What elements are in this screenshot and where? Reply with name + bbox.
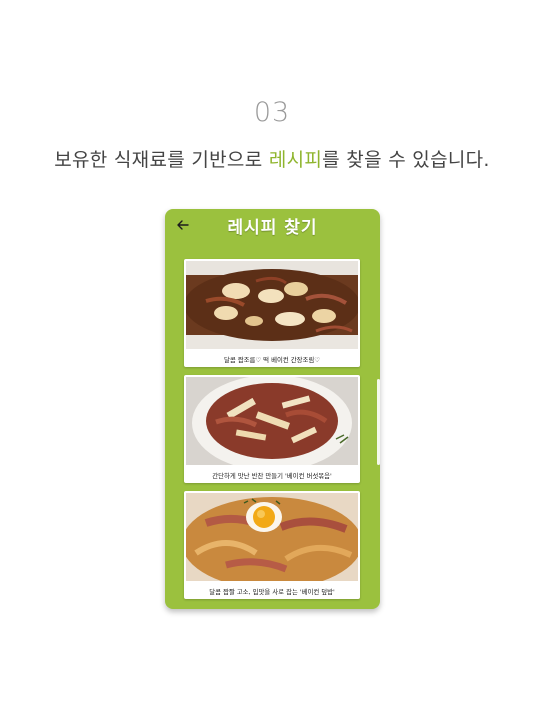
recipe-caption: 달콤 짭조름♡ 떡 베이컨 간장조림♡ <box>223 356 320 364</box>
recipe-card[interactable]: 간단하게 맛난 반찬 만들기 '베이컨 버섯볶음' <box>184 375 360 483</box>
recipe-photo <box>186 377 358 465</box>
recipe-caption: 간단하게 맛난 반찬 만들기 '베이컨 버섯볶음' <box>212 472 332 480</box>
recipe-card[interactable]: 달콤 짭짤 고소, 입맛을 사로 잡는 '베이컨 덮밥' <box>184 491 360 599</box>
recipe-photo <box>186 261 358 349</box>
phone-mockup: 레시피 찾기 달콤 짭조름♡ 떡 베이컨 간장조림♡ 간단하게 맛난 반찬 만들… <box>165 209 380 609</box>
app-header: 레시피 찾기 <box>165 209 380 245</box>
step-number: 03 <box>253 97 291 128</box>
recipe-card[interactable]: 달콤 짭조름♡ 떡 베이컨 간장조림♡ <box>184 259 360 367</box>
headline: 보유한 식재료를 기반으로 레시피를 찾을 수 있습니다. <box>0 145 544 172</box>
headline-text: 보유한 식재료를 기반으로 <box>54 149 269 171</box>
app-title: 레시피 찾기 <box>227 218 318 238</box>
recipe-photo <box>186 493 358 581</box>
scrollbar[interactable] <box>377 379 380 465</box>
recipe-caption: 달콤 짭짤 고소, 입맛을 사로 잡는 '베이컨 덮밥' <box>209 588 335 596</box>
headline-text-end: 를 찾을 수 있습니다. <box>322 149 490 171</box>
headline-accent: 레시피 <box>268 149 323 171</box>
